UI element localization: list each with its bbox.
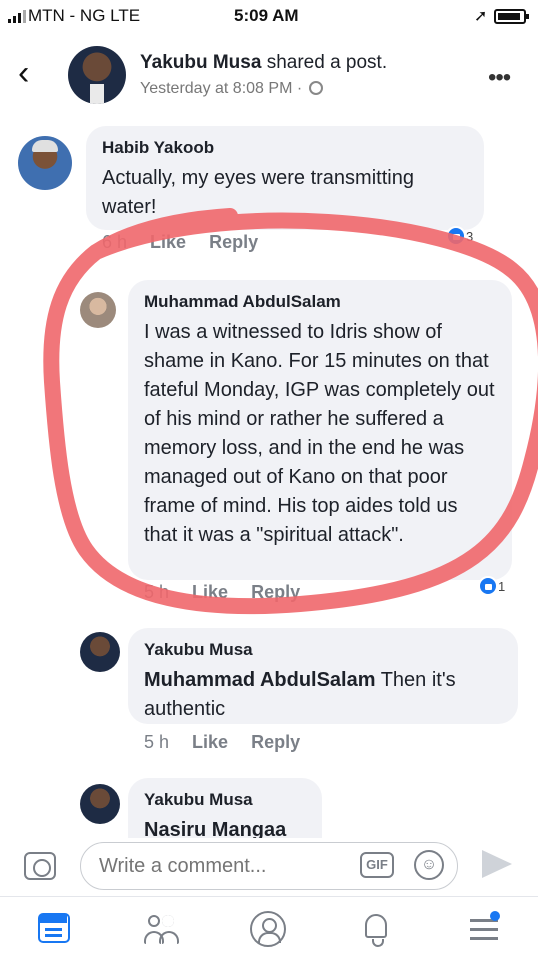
like-button[interactable]: Like xyxy=(192,582,228,602)
comment-bubble: Yakubu Musa Muhammad AbdulSalam Then it'… xyxy=(128,628,518,724)
comment-composer: GIF ☺ xyxy=(0,838,538,896)
comment-text: I was a witnessed to Idris show of shame… xyxy=(144,321,495,546)
tab-notifications[interactable] xyxy=(358,911,394,947)
like-button[interactable]: Like xyxy=(150,232,186,252)
comment-bubble: Yakubu Musa Nasiru Mangaa xyxy=(128,778,322,838)
avatar[interactable] xyxy=(18,136,72,190)
carrier-label: MTN - NG LTE xyxy=(28,6,141,25)
comment-list: Habib Yakoob Actually, my eyes were tran… xyxy=(0,120,538,838)
comment-actions: 5 h Like Reply xyxy=(144,582,318,603)
comment-actions: 5 h Like Reply xyxy=(144,732,318,753)
like-button[interactable]: Like xyxy=(192,732,228,752)
reaction-summary[interactable]: 3 xyxy=(446,226,473,246)
avatar[interactable] xyxy=(68,46,126,104)
avatar[interactable] xyxy=(80,632,120,672)
globe-icon xyxy=(308,81,323,95)
camera-icon[interactable] xyxy=(24,852,56,880)
mention-link[interactable]: Nasiru Mangaa xyxy=(144,819,286,838)
avatar[interactable] xyxy=(80,292,116,328)
mention-link[interactable]: Muhammad AbdulSalam xyxy=(144,669,376,691)
tab-profile[interactable] xyxy=(250,911,286,947)
poster-name[interactable]: Yakubu Musa xyxy=(140,52,261,73)
battery-icon xyxy=(494,9,529,24)
profile-icon xyxy=(250,911,286,947)
reply-button[interactable]: Reply xyxy=(209,232,258,252)
more-icon[interactable]: ••• xyxy=(488,64,511,92)
post-timestamp: Yesterday at 8:08 PM · xyxy=(140,80,323,98)
comment-input[interactable] xyxy=(80,842,458,890)
timestamp-text: Yesterday at 8:08 PM · xyxy=(140,80,303,97)
like-reaction-icon xyxy=(446,226,466,246)
comment-text: Nasiru Mangaa xyxy=(144,816,306,838)
tab-menu[interactable] xyxy=(466,911,502,947)
comment-author[interactable]: Yakubu Musa xyxy=(144,640,502,660)
comment-text: Actually, my eyes were transmitting wate… xyxy=(102,167,414,218)
emoji-icon[interactable]: ☺ xyxy=(414,850,444,880)
reaction-summary[interactable]: 1 xyxy=(478,576,505,596)
reaction-count: 3 xyxy=(466,228,474,244)
comment-time: 6 h xyxy=(102,232,128,252)
reply-button[interactable]: Reply xyxy=(251,732,300,752)
like-reaction-icon xyxy=(478,576,498,596)
location-arrow-icon: ➚ xyxy=(474,8,488,25)
comment-time: 5 h xyxy=(144,732,170,752)
comment-bubble: Muhammad AbdulSalam I was a witnessed to… xyxy=(128,280,512,580)
comment-author[interactable]: Yakubu Musa xyxy=(144,790,306,810)
status-bar: MTN - NG LTE 5:09 AM ➚ xyxy=(0,0,538,34)
post-header: ‹ Yakubu Musa shared a post. Yesterday a… xyxy=(0,34,538,120)
signal-icon xyxy=(8,10,26,23)
comment-bubble: Habib Yakoob Actually, my eyes were tran… xyxy=(86,126,484,230)
comment-author[interactable]: Habib Yakoob xyxy=(102,138,468,158)
reaction-count: 1 xyxy=(498,578,506,594)
news-feed-icon xyxy=(38,913,70,943)
back-chevron-icon[interactable]: ‹ xyxy=(18,56,29,90)
clock: 5:09 AM xyxy=(234,6,299,25)
tab-friends[interactable] xyxy=(142,911,179,947)
tab-news-feed[interactable] xyxy=(36,911,72,947)
comment-text: Muhammad AbdulSalam Then it's authentic xyxy=(144,666,502,724)
post-title: Yakubu Musa shared a post. xyxy=(140,52,387,74)
comment-author[interactable]: Muhammad AbdulSalam xyxy=(144,292,496,312)
share-action-text: shared a post. xyxy=(261,52,388,73)
avatar[interactable] xyxy=(80,784,120,824)
gif-icon[interactable]: GIF xyxy=(360,852,394,878)
bottom-tab-bar xyxy=(0,896,538,960)
comment-time: 5 h xyxy=(144,582,170,602)
notifications-icon xyxy=(365,914,387,947)
send-icon[interactable] xyxy=(482,850,512,878)
comment-actions: 6 h Like Reply xyxy=(102,232,276,253)
menu-badge xyxy=(490,911,500,921)
reply-button[interactable]: Reply xyxy=(251,582,300,602)
